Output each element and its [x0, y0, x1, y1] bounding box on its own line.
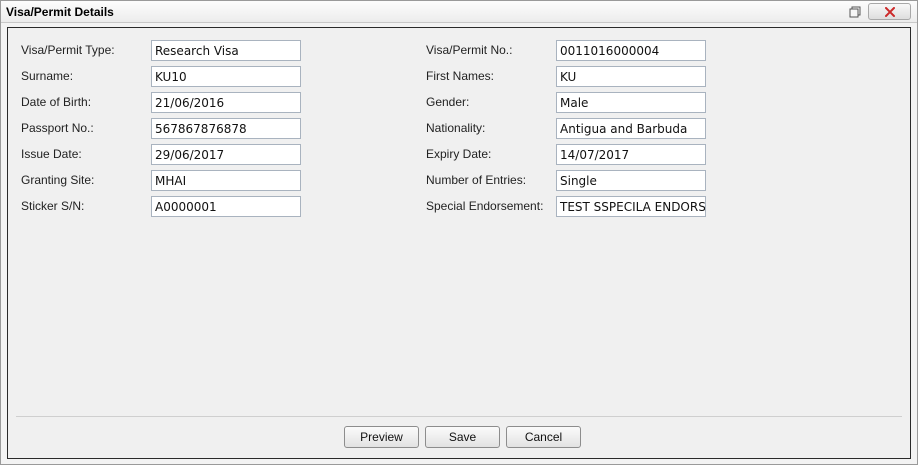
- visa-permit-no-field[interactable]: 0011016000004: [556, 40, 706, 61]
- issue-date-field[interactable]: 29/06/2017: [151, 144, 301, 165]
- granting-site-label: Granting Site:: [21, 173, 95, 187]
- save-button[interactable]: Save: [425, 426, 500, 448]
- footer-divider: [16, 416, 902, 417]
- details-panel: Visa/Permit Type: Research Visa Surname:…: [7, 27, 911, 459]
- title-bar[interactable]: Visa/Permit Details: [1, 1, 917, 23]
- visa-permit-type-label: Visa/Permit Type:: [21, 43, 115, 57]
- special-endorsement-label: Special Endorsement:: [426, 199, 544, 213]
- nationality-label: Nationality:: [426, 121, 486, 135]
- sticker-sn-field[interactable]: A0000001: [151, 196, 301, 217]
- nationality-field[interactable]: Antigua and Barbuda: [556, 118, 706, 139]
- surname-label: Surname:: [21, 69, 74, 83]
- passport-no-label: Passport No.:: [21, 121, 94, 135]
- gender-label: Gender:: [426, 95, 470, 109]
- issue-date-label: Issue Date:: [21, 147, 82, 161]
- number-of-entries-label: Number of Entries:: [426, 173, 527, 187]
- preview-button[interactable]: Preview: [344, 426, 419, 448]
- cancel-button[interactable]: Cancel: [506, 426, 581, 448]
- first-names-label: First Names:: [426, 69, 495, 83]
- dialog-title: Visa/Permit Details: [6, 5, 114, 19]
- granting-site-field[interactable]: MHAI: [151, 170, 301, 191]
- first-names-field[interactable]: KU: [556, 66, 706, 87]
- visa-permit-dialog: Visa/Permit Details Visa/Permit Type: Re…: [0, 0, 918, 465]
- visa-permit-no-label: Visa/Permit No.:: [426, 43, 513, 57]
- visa-permit-type-field[interactable]: Research Visa: [151, 40, 301, 61]
- close-icon: [884, 6, 895, 17]
- restore-window-icon[interactable]: [846, 4, 864, 19]
- close-button[interactable]: [868, 3, 911, 20]
- number-of-entries-field[interactable]: Single: [556, 170, 706, 191]
- expiry-date-field[interactable]: 14/07/2017: [556, 144, 706, 165]
- special-endorsement-field[interactable]: TEST SSPECILA ENDORSEMENT: [556, 196, 706, 217]
- passport-no-field[interactable]: 567867876878: [151, 118, 301, 139]
- date-of-birth-field[interactable]: 21/06/2016: [151, 92, 301, 113]
- date-of-birth-label: Date of Birth:: [21, 95, 92, 109]
- expiry-date-label: Expiry Date:: [426, 147, 492, 161]
- gender-field[interactable]: Male: [556, 92, 706, 113]
- surname-field[interactable]: KU10: [151, 66, 301, 87]
- sticker-sn-label: Sticker S/N:: [21, 199, 85, 213]
